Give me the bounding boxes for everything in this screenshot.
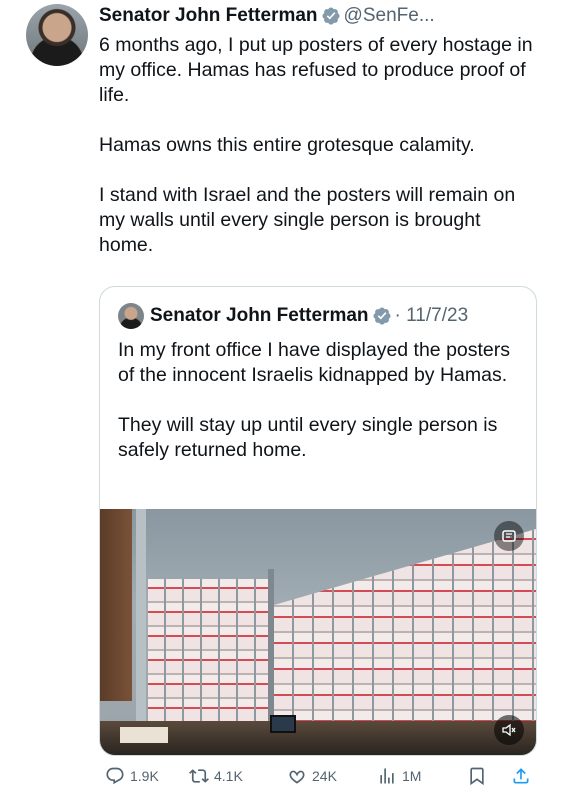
wall-corner <box>268 569 274 739</box>
author-name[interactable]: Senator John Fetterman <box>99 5 318 27</box>
office-door <box>100 509 132 701</box>
mute-icon[interactable] <box>494 715 524 745</box>
views-chart-icon <box>380 768 394 784</box>
share-button[interactable] <box>511 766 536 786</box>
gif-icon[interactable] <box>494 521 524 551</box>
tweet-text: 6 months ago, I put up posters of every … <box>99 33 539 258</box>
tweet-header: Senator John Fetterman @SenFe... <box>99 3 435 29</box>
tweet-actions: 1.9K 4.1K 24K 1M <box>99 762 539 790</box>
repost-icon <box>189 769 209 783</box>
quoted-media-image[interactable] <box>100 509 536 755</box>
gif-glyph-icon <box>502 530 516 542</box>
repost-button[interactable]: 4.1K <box>189 766 243 786</box>
reply-button[interactable]: 1.9K <box>105 766 159 786</box>
speaker-muted-icon <box>502 723 516 737</box>
author-avatar[interactable] <box>26 4 88 66</box>
like-count: 24K <box>312 768 337 784</box>
quoted-tweet[interactable]: Senator John Fetterman · 11/7/23 In my f… <box>99 286 537 756</box>
views-button[interactable]: 1M <box>377 766 421 786</box>
share-icon <box>513 768 529 784</box>
quoted-author-name: Senator John Fetterman <box>150 305 369 326</box>
tweet-paragraph: I stand with Israel and the posters will… <box>99 184 516 256</box>
quoted-tweet-date: · 11/7/23 <box>394 305 469 326</box>
quoted-author-avatar <box>118 303 144 329</box>
views-count: 1M <box>402 768 422 784</box>
heart-icon <box>289 770 305 784</box>
verified-badge-icon <box>322 7 340 25</box>
author-handle[interactable]: @SenFe... <box>344 5 435 27</box>
quoted-tweet-header: Senator John Fetterman · 11/7/23 <box>118 302 468 330</box>
posters-wall-left <box>148 579 268 729</box>
tweet-paragraph: Hamas owns this entire grotesque calamit… <box>99 134 475 156</box>
quoted-tweet-text: In my front office I have displayed the … <box>118 338 528 488</box>
office-pillar <box>136 509 146 755</box>
bookmark-icon <box>470 767 484 786</box>
posters-wall-right <box>274 529 536 729</box>
reply-count: 1.9K <box>130 768 159 784</box>
reply-icon <box>106 767 124 785</box>
repost-count: 4.1K <box>214 768 243 784</box>
bookmark-button[interactable] <box>467 766 492 786</box>
like-button[interactable]: 24K <box>287 766 337 786</box>
desk-monitor <box>270 715 296 733</box>
quoted-paragraph: They will stay up until every single per… <box>118 414 498 461</box>
verified-badge-icon <box>373 307 391 325</box>
quoted-paragraph: In my front office I have displayed the … <box>118 339 511 386</box>
desk-papers <box>120 727 168 743</box>
tweet-paragraph: 6 months ago, I put up posters of every … <box>99 34 533 106</box>
